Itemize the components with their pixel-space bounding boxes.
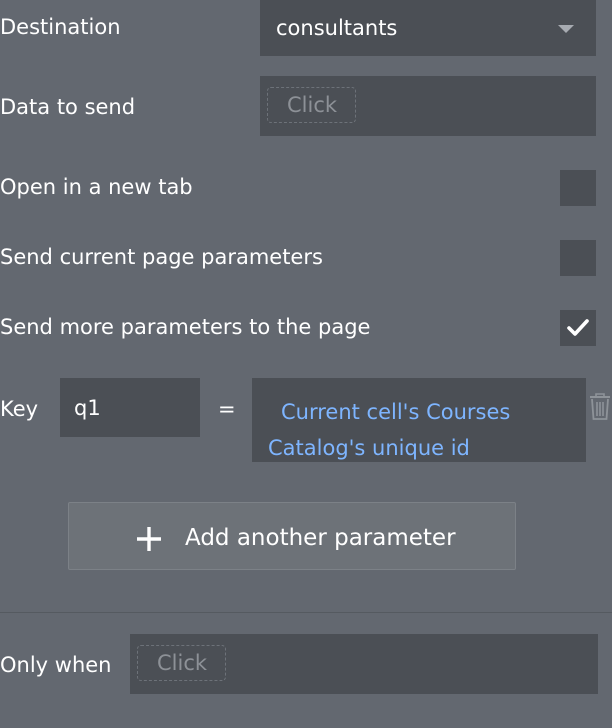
only-when-field[interactable]: Click (130, 634, 598, 694)
parameter-value-field[interactable]: Current cell's Courses Catalog's unique … (252, 378, 586, 462)
key-label: Key (0, 397, 39, 421)
plus-icon (137, 527, 161, 551)
data-to-send-click-placeholder[interactable]: Click (267, 87, 357, 123)
destination-dropdown[interactable]: consultants (260, 0, 596, 56)
key-value: q1 (74, 396, 101, 420)
send-current-params-checkbox[interactable] (560, 240, 596, 276)
equals-sign: = (218, 397, 236, 421)
data-to-send-label: Data to send (0, 95, 136, 119)
only-when-click-placeholder[interactable]: Click (137, 645, 227, 681)
send-more-params-checkbox[interactable] (560, 310, 596, 346)
add-parameter-label: Add another parameter (185, 525, 456, 551)
data-to-send-field[interactable]: Click (260, 76, 596, 136)
open-new-tab-label: Open in a new tab (0, 175, 193, 199)
section-divider (0, 612, 612, 613)
send-more-params-label: Send more parameters to the page (0, 315, 371, 339)
only-when-label: Only when (0, 653, 112, 677)
dynamic-expression[interactable]: Current cell's Courses Catalog's unique … (268, 394, 568, 466)
chevron-down-icon (558, 25, 574, 33)
destination-value: consultants (276, 16, 398, 40)
add-parameter-button[interactable]: Add another parameter (68, 502, 516, 570)
destination-label: Destination (0, 15, 121, 39)
trash-icon[interactable] (589, 393, 611, 425)
send-current-params-label: Send current page parameters (0, 245, 323, 269)
open-new-tab-checkbox[interactable] (560, 170, 596, 206)
key-input[interactable]: q1 (60, 378, 200, 437)
checkmark-icon (567, 319, 589, 336)
